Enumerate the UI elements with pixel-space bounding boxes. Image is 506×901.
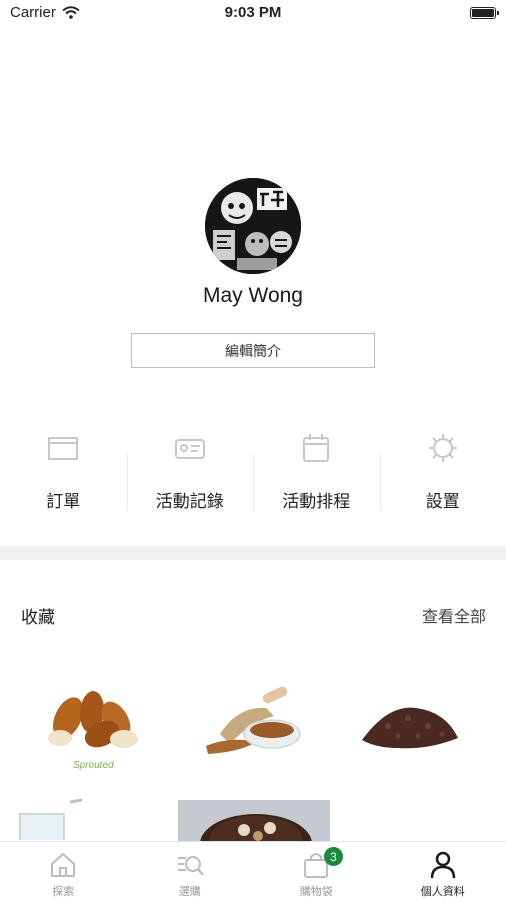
status-bar: Carrier 9:03 PM (0, 0, 506, 28)
bag-count-badge: 3 (324, 847, 343, 866)
battery-icon (470, 7, 496, 19)
calendar-icon (299, 431, 333, 465)
search-list-icon (175, 850, 205, 880)
view-all-link[interactable]: 查看全部 (422, 603, 486, 627)
quick-action-settings[interactable]: 設置 (380, 425, 506, 515)
quick-action-label: 訂單 (46, 487, 80, 512)
tab-bag[interactable]: 購物袋 (253, 842, 380, 901)
tab-explore[interactable]: 探索 (0, 842, 127, 901)
tab-label: 選購 (179, 883, 201, 899)
quick-action-activity-log[interactable]: 活動記錄 (127, 425, 254, 515)
quick-action-label: 活動記錄 (156, 487, 224, 512)
gear-icon (426, 431, 460, 465)
favorites-title: 收藏 (21, 603, 55, 628)
profile-name: May Wong (0, 284, 506, 308)
tab-label: 個人資料 (421, 883, 465, 899)
tab-label: 購物袋 (300, 883, 333, 899)
flax-seeds-image (200, 686, 310, 766)
favorite-item-flax-seeds[interactable] (200, 686, 310, 766)
id-card-icon (173, 431, 207, 465)
tab-bar: 探索 選購 購物袋 個人資料 (0, 841, 506, 901)
home-icon (48, 850, 78, 880)
quick-action-label: 活動排程 (282, 487, 350, 512)
favorite-item-water-glass[interactable] (14, 798, 94, 840)
status-time: 9:03 PM (0, 4, 506, 21)
favorite-item-almonds[interactable]: Sprouted (40, 686, 152, 776)
cacao-nibs-image (358, 696, 462, 756)
section-divider (0, 546, 506, 560)
quick-actions: 訂單 活動記錄 活動排程 設置 (0, 425, 506, 515)
quick-action-orders[interactable]: 訂單 (0, 425, 127, 515)
sprouted-label: Sprouted (73, 760, 114, 771)
tab-label: 探索 (52, 883, 74, 899)
tab-shop[interactable]: 選購 (127, 842, 254, 901)
person-icon (428, 850, 458, 880)
glass-image (14, 798, 94, 840)
quick-action-label: 設置 (426, 487, 460, 512)
tab-profile[interactable]: 個人資料 (380, 842, 506, 901)
quick-action-schedule[interactable]: 活動排程 (253, 425, 380, 515)
favorite-item-chocolate-cake[interactable] (178, 800, 330, 841)
cake-image (178, 800, 330, 841)
edit-profile-button[interactable]: 編輯簡介 (131, 333, 375, 368)
favorite-item-cacao-nibs[interactable] (358, 696, 462, 756)
box-icon (46, 431, 80, 465)
avatar[interactable] (205, 178, 301, 274)
